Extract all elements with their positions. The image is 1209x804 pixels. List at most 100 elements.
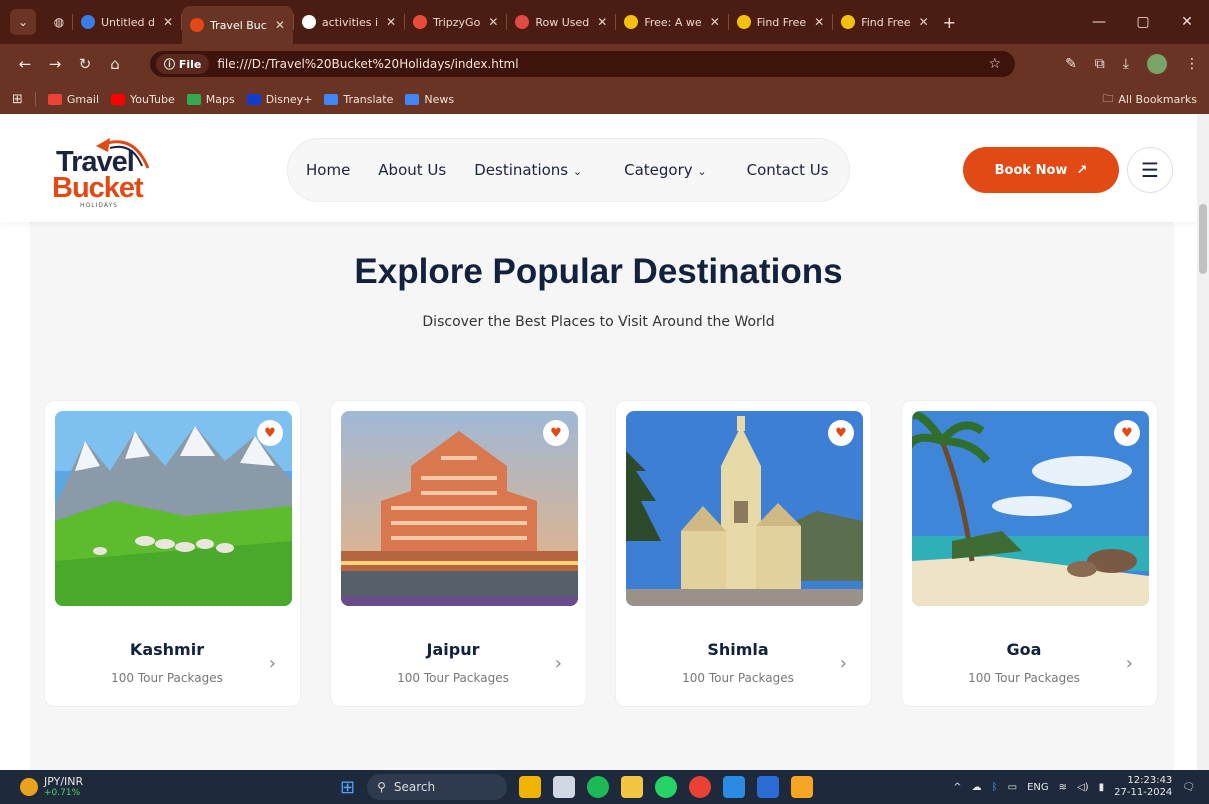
volume-icon[interactable]: ◁) bbox=[1077, 782, 1089, 793]
chevron-right-icon[interactable]: › bbox=[269, 653, 276, 674]
nav-destinations[interactable]: Destinations ⌄ bbox=[474, 161, 582, 179]
minimize-button[interactable]: — bbox=[1077, 14, 1121, 30]
favorite-heart-icon[interactable]: ♥ bbox=[257, 420, 283, 446]
tab-favicon-icon bbox=[81, 15, 95, 29]
browser-tab[interactable]: TripzyGo ✕ bbox=[405, 5, 506, 39]
vscode-icon[interactable] bbox=[723, 776, 746, 798]
bookmark-item[interactable]: Gmail bbox=[47, 92, 99, 106]
browser-tab[interactable]: activities i ✕ bbox=[294, 5, 404, 39]
tab-close-icon[interactable]: ✕ bbox=[386, 15, 396, 29]
battery-icon[interactable]: ▮ bbox=[1099, 782, 1105, 793]
forward-button[interactable]: → bbox=[42, 55, 68, 73]
bookmark-label: Maps bbox=[205, 92, 235, 106]
bookmark-star-icon[interactable]: ☆ bbox=[988, 56, 1001, 72]
home-icon[interactable]: ⌂ bbox=[102, 55, 128, 73]
toolbar-right: ✎ ⧉ ⤓ ⋮ bbox=[1065, 44, 1199, 84]
main-nav: Home About Us Destinations ⌄ Category ⌄ … bbox=[287, 138, 850, 202]
task-view-icon[interactable] bbox=[553, 776, 576, 798]
extensions-icon[interactable]: ⧉ bbox=[1095, 56, 1105, 72]
ticker-widget[interactable]: JPY/INR +0.71% bbox=[20, 775, 83, 798]
nav-contact[interactable]: Contact Us bbox=[747, 161, 829, 179]
browser-tab[interactable]: Free: A we ✕ bbox=[616, 5, 727, 39]
nav-category[interactable]: Category ⌄ bbox=[624, 161, 707, 179]
bookmark-item[interactable]: Maps bbox=[186, 92, 235, 106]
hamburger-menu-button[interactable]: ☰ bbox=[1127, 147, 1173, 193]
restore-button[interactable]: ▢ bbox=[1121, 14, 1165, 30]
tab-favicon-icon bbox=[515, 15, 530, 29]
display-icon[interactable]: ▭ bbox=[1008, 782, 1017, 793]
favorite-heart-icon[interactable]: ♥ bbox=[543, 420, 569, 446]
download-icon[interactable]: ⤓ bbox=[1123, 56, 1129, 72]
browser-tab[interactable]: Travel Buc ✕ bbox=[182, 6, 293, 44]
reload-button[interactable]: ↻ bbox=[72, 55, 98, 73]
address-bar-row: ← → ↻ ⌂ ⓘ File file:///D:/Travel%20Bucke… bbox=[0, 44, 1209, 84]
new-tab-button[interactable]: + bbox=[943, 13, 956, 32]
destination-card-goa[interactable]: ♥ Goa 100 Tour Packages › bbox=[901, 400, 1158, 707]
site-header: Travel Bucket HOLIDAYS Home About Us Des… bbox=[0, 114, 1197, 222]
bookmark-item[interactable]: News bbox=[405, 93, 454, 106]
tray-chevron-icon[interactable]: ^ bbox=[953, 782, 961, 793]
edit-icon[interactable]: ✎ bbox=[1065, 56, 1077, 72]
tab-close-icon[interactable]: ✕ bbox=[597, 15, 607, 29]
tab-title: Free: A we bbox=[644, 15, 702, 29]
notification-icon[interactable]: 🗨 bbox=[1182, 782, 1195, 793]
nav-home[interactable]: Home bbox=[306, 161, 350, 179]
url-text[interactable]: file:///D:/Travel%20Bucket%20Holidays/in… bbox=[217, 57, 518, 71]
profile-avatar[interactable] bbox=[1147, 54, 1167, 74]
file-app-icon[interactable] bbox=[791, 776, 814, 798]
windows-start-icon[interactable]: ⊞ bbox=[340, 777, 355, 798]
chevron-right-icon[interactable]: › bbox=[555, 653, 562, 674]
menu-dots-icon[interactable]: ⋮ bbox=[1185, 56, 1199, 72]
tab-search-button[interactable]: ⌄ bbox=[10, 9, 36, 35]
bookmark-item[interactable]: YouTube bbox=[111, 93, 175, 106]
taskbar-search[interactable]: ⚲ Search bbox=[367, 774, 508, 800]
book-now-button[interactable]: Book Now ↗ bbox=[963, 147, 1119, 193]
site-info-chip[interactable]: ⓘ File bbox=[156, 54, 210, 74]
whatsapp-icon[interactable] bbox=[655, 776, 678, 798]
browser-tab[interactable]: Row Used ✕ bbox=[507, 5, 615, 39]
chrome-icon[interactable] bbox=[689, 776, 712, 798]
ticker-label: JPY/INR bbox=[44, 775, 84, 788]
favorite-heart-icon[interactable]: ♥ bbox=[1114, 420, 1140, 446]
browser-tab[interactable]: Untitled d ✕ bbox=[73, 5, 181, 39]
tab-close-icon[interactable]: ✕ bbox=[275, 18, 285, 32]
omnibox[interactable]: ⓘ File file:///D:/Travel%20Bucket%20Holi… bbox=[150, 51, 1015, 77]
destination-card-jaipur[interactable]: ♥ Jaipur 100 Tour Packages › bbox=[330, 400, 587, 707]
book-now-label: Book Now bbox=[994, 162, 1068, 178]
nav-about[interactable]: About Us bbox=[378, 161, 446, 179]
bookmark-label: Gmail bbox=[66, 92, 99, 106]
widgets-app-icon[interactable] bbox=[519, 776, 542, 798]
close-window-button[interactable]: ✕ bbox=[1165, 14, 1209, 30]
chevron-right-icon[interactable]: › bbox=[1126, 653, 1133, 674]
bluetooth-icon[interactable]: ᛒ bbox=[992, 782, 998, 793]
back-button[interactable]: ← bbox=[12, 55, 38, 73]
tab-close-icon[interactable]: ✕ bbox=[814, 15, 824, 29]
bookmark-item[interactable]: Disney+ bbox=[246, 93, 312, 106]
spotify-icon[interactable] bbox=[587, 776, 610, 798]
tab-close-icon[interactable]: ✕ bbox=[710, 15, 720, 29]
word-icon[interactable] bbox=[757, 776, 780, 798]
onedrive-icon[interactable]: ☁ bbox=[972, 782, 982, 793]
tab-title: Find Free bbox=[861, 15, 911, 29]
destination-card-shimla[interactable]: ♥ Shimla 100 Tour Packages › bbox=[615, 400, 872, 707]
tab-group-icon[interactable]: ◍ bbox=[46, 9, 72, 35]
tab-favicon-icon bbox=[624, 15, 639, 29]
scrollbar-thumb[interactable] bbox=[1199, 204, 1207, 274]
tab-close-icon[interactable]: ✕ bbox=[919, 15, 929, 29]
site-logo[interactable]: Travel Bucket HOLIDAYS bbox=[52, 128, 152, 212]
browser-tab[interactable]: Find Free ✕ bbox=[729, 5, 832, 39]
destination-card-kashmir[interactable]: ♥ Kashmir 100 Tour Packages › bbox=[44, 400, 301, 707]
apps-grid-icon[interactable]: ⊞ bbox=[12, 92, 23, 107]
bookmark-item[interactable]: Translate bbox=[324, 93, 393, 106]
tab-close-icon[interactable]: ✕ bbox=[163, 15, 173, 29]
tab-close-icon[interactable]: ✕ bbox=[488, 15, 498, 29]
file-explorer-icon[interactable] bbox=[621, 776, 644, 798]
clock[interactable]: 12:23:43 27-11-2024 bbox=[1114, 775, 1172, 799]
wifi-icon[interactable]: ≋ bbox=[1059, 782, 1067, 793]
bookmarks-bar: ⊞ Gmail YouTube Maps Disney+ Translate News 🗀… bbox=[0, 84, 1209, 114]
chevron-right-icon[interactable]: › bbox=[840, 653, 847, 674]
favorite-heart-icon[interactable]: ♥ bbox=[828, 420, 854, 446]
browser-tab[interactable]: Find Free ✕ bbox=[833, 5, 936, 39]
language-indicator[interactable]: ENG bbox=[1027, 782, 1049, 793]
all-bookmarks-button[interactable]: 🗀 All Bookmarks bbox=[1102, 90, 1197, 109]
